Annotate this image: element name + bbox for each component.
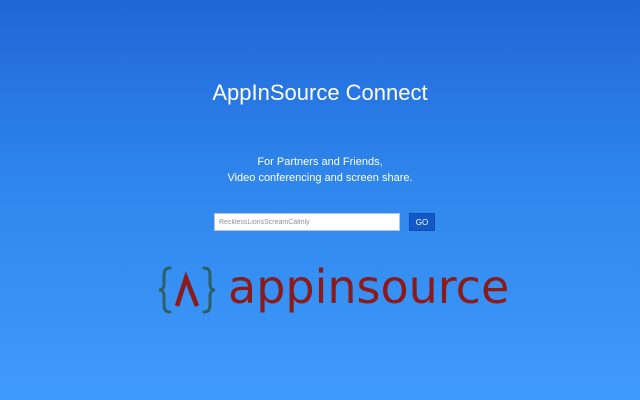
- brand-wordmark: appinsource: [228, 260, 510, 314]
- room-name-input[interactable]: [214, 213, 400, 231]
- tagline-line-1: For Partners and Friends,: [257, 156, 383, 168]
- landing-page: AppInSource Connect For Partners and Fri…: [0, 0, 640, 400]
- curly-braces-lambda-icon: [158, 266, 216, 314]
- page-title: AppInSource Connect: [212, 80, 428, 105]
- brand-logo: appinsource: [158, 262, 509, 318]
- go-button[interactable]: GO: [409, 213, 435, 231]
- tagline-line-2: Video conferencing and screen share.: [227, 172, 413, 184]
